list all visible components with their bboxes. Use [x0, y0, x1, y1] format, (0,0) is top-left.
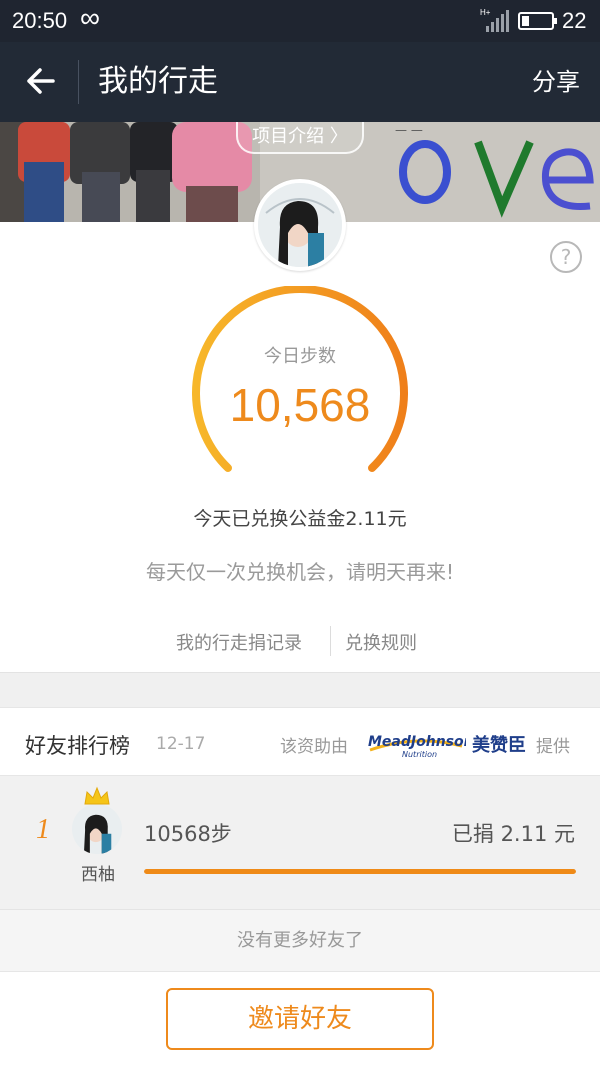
page-title: 我的行走	[98, 64, 218, 99]
invite-friends-button[interactable]: 邀请好友	[166, 988, 434, 1050]
friend-progress-bar	[144, 869, 576, 874]
screen: 20:50 ∞ H+ 22 我的行走 分享 — — 项目介绍 〉 ? 今日步数 …	[0, 0, 600, 1067]
exchange-rules-link[interactable]: 兑换规则	[345, 629, 417, 655]
friend-progress-fill	[144, 869, 576, 874]
nav-bar: 我的行走 分享	[0, 42, 600, 122]
share-button[interactable]: 分享	[532, 66, 580, 98]
friend-name: 西柚	[81, 865, 115, 885]
status-bar: 20:50 ∞ H+ 22	[0, 0, 600, 42]
battery-level: 22	[562, 8, 587, 33]
signal-icon: H+	[480, 8, 510, 32]
avatar-photo	[258, 183, 342, 267]
sponsor-logo-sub: Nutrition	[402, 750, 437, 759]
svg-text:— —: — —	[395, 123, 423, 137]
battery-fill	[522, 16, 529, 26]
friend-donated: 已捐 2.11 元	[451, 822, 575, 846]
section-gap	[0, 672, 600, 708]
sponsor-suffix: 提供	[536, 737, 570, 757]
friend-rank: 1	[36, 814, 50, 845]
network-type: H+	[480, 8, 491, 17]
ranking-title: 好友排行榜	[25, 734, 130, 758]
exchanged-text: 今天已兑换公益金2.11元	[193, 508, 407, 530]
gauge-label: 今日步数	[264, 346, 336, 367]
invite-area: 邀请好友	[0, 972, 600, 1067]
friend-row[interactable]: 1 西柚 10568步 已捐 2.11 元	[0, 776, 600, 910]
crown-icon	[84, 786, 110, 805]
status-time: 20:50	[12, 8, 68, 33]
ranking-header: 好友排行榜 12-17 该资助由 MeadJohnson Nutrition 美…	[0, 708, 600, 776]
daily-note: 每天仅一次兑换机会，请明天再来!	[145, 560, 455, 584]
back-icon[interactable]	[22, 64, 56, 98]
ranking-date: 12-17	[156, 734, 206, 754]
walk-record-link[interactable]: 我的行走捐记录	[176, 629, 302, 655]
step-count: 10,568	[229, 379, 371, 431]
help-icon[interactable]: ?	[550, 241, 582, 273]
friend-avatar	[72, 804, 122, 854]
no-more-friends: 没有更多好友了	[0, 910, 600, 972]
links-divider	[330, 626, 331, 656]
sponsor-prefix: 该资助由	[280, 737, 348, 757]
sponsor-logo-text: MeadJohnson	[368, 734, 466, 750]
friend-avatar-photo	[72, 804, 122, 854]
battery-icon	[518, 12, 557, 30]
infinity-icon: ∞	[80, 2, 100, 33]
project-intro-button[interactable]: 项目介绍 〉	[236, 122, 364, 154]
avatar	[254, 179, 346, 271]
sponsor-cn: 美赞臣	[472, 735, 526, 756]
nav-divider	[78, 60, 79, 104]
meadjohnson-logo: MeadJohnson Nutrition	[368, 734, 466, 759]
friend-steps: 10568步	[144, 822, 232, 846]
